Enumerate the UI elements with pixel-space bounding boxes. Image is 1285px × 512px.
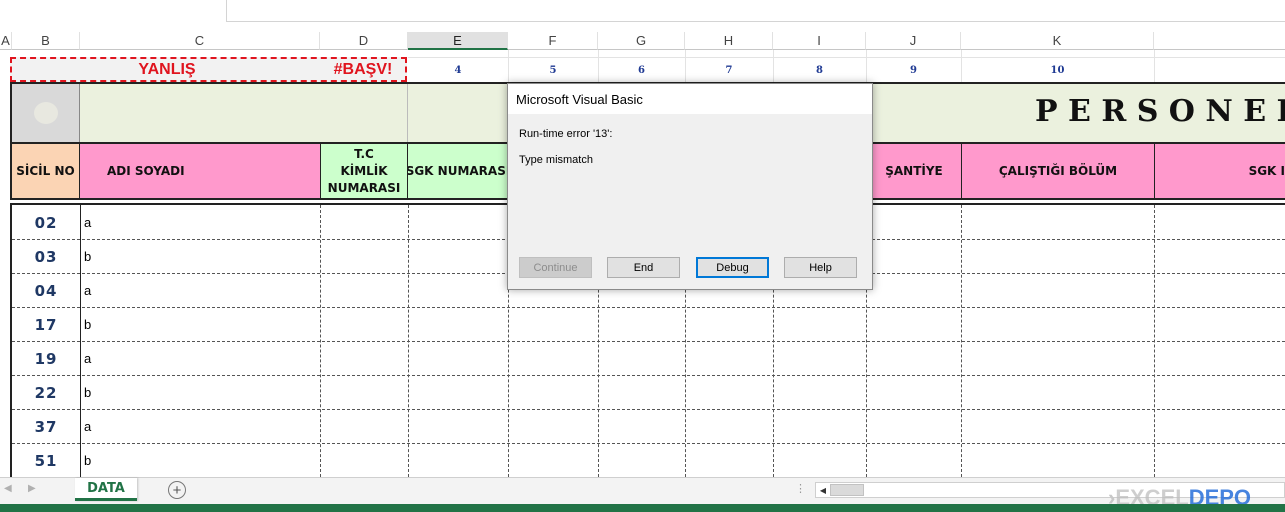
- dialog-title: Microsoft Visual Basic: [516, 91, 643, 107]
- table-row-name[interactable]: a: [84, 274, 314, 307]
- column-header-a[interactable]: A: [0, 32, 12, 50]
- page-title: P E R S O N E L İ: [1035, 94, 1285, 129]
- column-label: B: [41, 33, 50, 48]
- column-label: H: [723, 33, 734, 48]
- column-header-g[interactable]: G: [598, 32, 685, 50]
- column-index: 4: [454, 64, 462, 76]
- plus-circle-icon[interactable]: +: [168, 481, 186, 499]
- table-row-name[interactable]: a: [84, 410, 314, 443]
- scroll-left-arrow-icon[interactable]: ◀: [817, 484, 829, 496]
- column-label: J: [909, 33, 917, 48]
- header-tc-line: T.C: [354, 146, 374, 161]
- continue-button[interactable]: Continue: [519, 257, 592, 278]
- dialog-title-bar[interactable]: Microsoft Visual Basic: [508, 84, 872, 114]
- header-adi-soyadi[interactable]: ADI SOYADI: [80, 142, 320, 200]
- table-row-sicil[interactable]: 04: [12, 274, 80, 307]
- table-row-sicil[interactable]: 02: [12, 206, 80, 239]
- column-label: A: [1, 33, 10, 48]
- header-sicil-no[interactable]: SİCİL NO: [10, 142, 80, 200]
- column-header-e[interactable]: E: [408, 32, 508, 50]
- table-row-name[interactable]: a: [84, 206, 314, 239]
- error-value: #BAŞV!: [333, 61, 393, 78]
- tab-scroll-right-icon[interactable]: ▶: [28, 483, 40, 499]
- dialog-message: Type mismatch: [519, 154, 593, 166]
- column-header-h[interactable]: H: [685, 32, 773, 50]
- splitter-handle-icon[interactable]: ⋮: [795, 482, 806, 498]
- table-row-sicil[interactable]: 37: [12, 410, 80, 443]
- column-header-d[interactable]: D: [320, 32, 408, 50]
- end-button[interactable]: End: [607, 257, 680, 278]
- column-index: 8: [816, 64, 823, 76]
- table-row-sicil[interactable]: 22: [12, 376, 80, 409]
- table-row-sicil[interactable]: 03: [12, 240, 80, 273]
- logo-cell: [12, 84, 80, 142]
- table-row-name[interactable]: b: [84, 240, 314, 273]
- sheet-tab-bar: ◀ ▶ DATA + ⋮ ◀: [0, 477, 1285, 504]
- column-header-b[interactable]: B: [12, 32, 80, 50]
- column-header-l[interactable]: [1154, 32, 1285, 50]
- status-bar: [0, 504, 1285, 512]
- table-row-sicil[interactable]: 19: [12, 342, 80, 375]
- column-label: F: [548, 33, 557, 48]
- help-button[interactable]: Help: [784, 257, 857, 278]
- table-row-name[interactable]: b: [84, 376, 314, 409]
- header-tc-line: NUMARASI: [327, 180, 401, 195]
- header-tc-kimlik[interactable]: T.C KİMLİK NUMARASI: [320, 142, 408, 200]
- column-header-c[interactable]: C: [80, 32, 320, 50]
- logo-icon: [34, 102, 58, 124]
- formula-input[interactable]: [226, 0, 1285, 22]
- column-index: 7: [725, 64, 733, 76]
- table-row-name[interactable]: b: [84, 444, 314, 477]
- column-index: 9: [910, 64, 917, 76]
- vba-error-dialog: Microsoft Visual Basic Run-time error '1…: [507, 83, 873, 290]
- table-row-name[interactable]: a: [84, 342, 314, 375]
- column-label: G: [635, 33, 647, 48]
- error-label: YANLIŞ: [138, 61, 196, 78]
- column-label: I: [817, 33, 821, 48]
- debug-button[interactable]: Debug: [696, 257, 769, 278]
- column-index: 10: [1050, 64, 1065, 76]
- gridline: [1154, 50, 1155, 82]
- column-header-k[interactable]: K: [961, 32, 1154, 50]
- title-divider: [407, 84, 408, 142]
- scrollbar-thumb[interactable]: [830, 484, 864, 496]
- header-sgk-numarasi[interactable]: SGK NUMARASI: [408, 142, 508, 200]
- header-tc-line: KİMLİK: [340, 163, 388, 178]
- table-row-name[interactable]: b: [84, 308, 314, 341]
- column-index: 5: [549, 64, 557, 76]
- dialog-error-code: Run-time error '13':: [519, 128, 613, 140]
- header-sgk-partial[interactable]: SGK I: [1154, 142, 1285, 200]
- header-santiye[interactable]: ŞANTİYE: [866, 142, 961, 200]
- column-label: K: [1052, 33, 1062, 48]
- table-row-sicil[interactable]: 17: [12, 308, 80, 341]
- column-label: E: [453, 32, 462, 48]
- column-header-j[interactable]: J: [866, 32, 961, 50]
- column-label: D: [358, 33, 369, 48]
- column-label: C: [194, 33, 205, 48]
- table-row-sicil[interactable]: 51: [12, 444, 80, 477]
- column-index: 6: [638, 64, 645, 76]
- tab-scroll-left-icon[interactable]: ◀: [4, 483, 16, 499]
- sheet-tab-data[interactable]: DATA: [75, 478, 137, 501]
- column-header-i[interactable]: I: [773, 32, 866, 50]
- header-calistigi-bolum[interactable]: ÇALIŞTIĞI BÖLÜM: [961, 142, 1154, 200]
- column-header-f[interactable]: F: [508, 32, 598, 50]
